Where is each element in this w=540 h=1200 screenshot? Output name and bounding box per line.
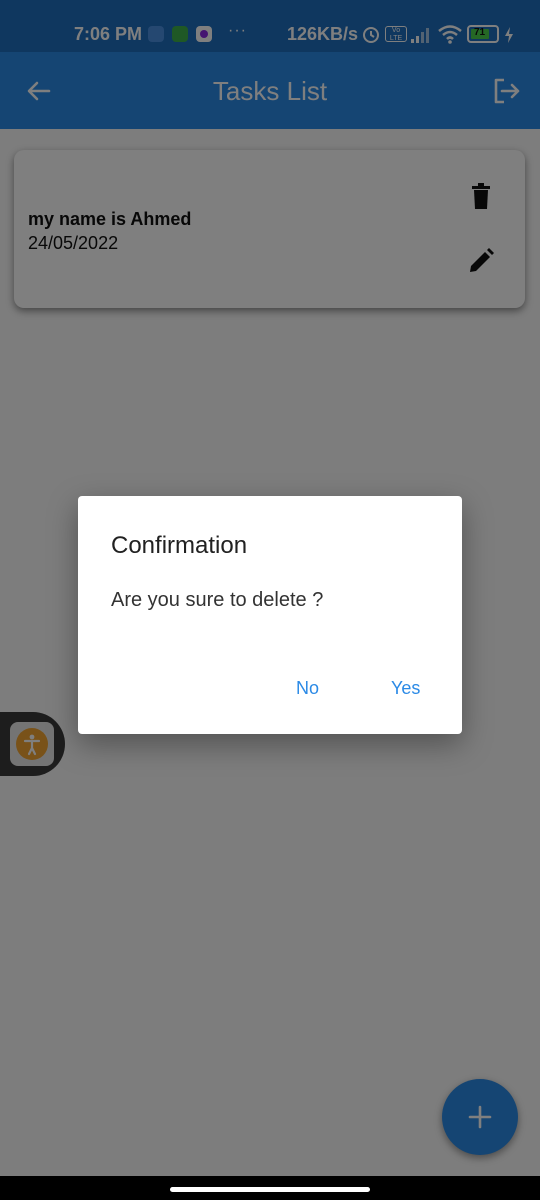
app-screen: 7:06 PM ··· 126KB/s Vo LTE [0,0,540,1200]
dialog-message: Are you sure to delete ? [111,589,324,611]
yes-button[interactable]: Yes [391,678,420,699]
no-button[interactable]: No [296,678,319,699]
home-handle[interactable] [170,1187,370,1192]
dialog-title: Confirmation [111,532,248,559]
navigation-bar [0,1176,540,1200]
confirmation-dialog: Confirmation Are you sure to delete ? No… [78,496,462,734]
